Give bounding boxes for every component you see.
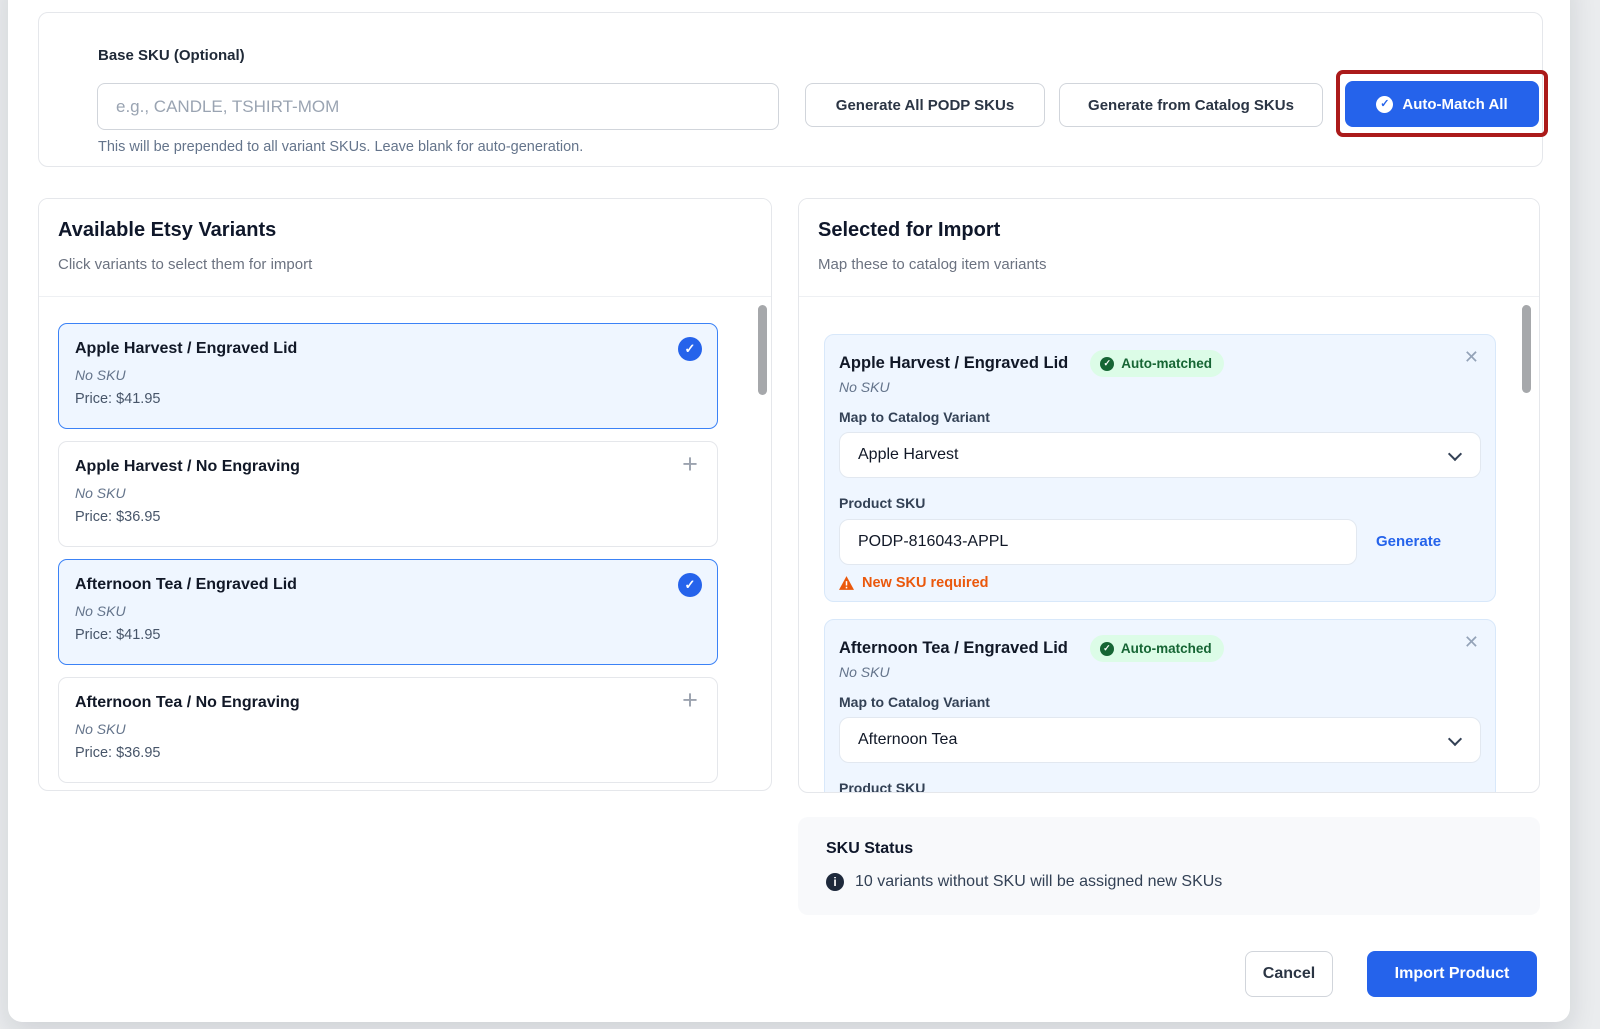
variant-card-afternoon-tea-no-engraving[interactable]: Afternoon Tea / No Engraving No SKU Pric… xyxy=(58,677,718,783)
check-circle-icon: ✓ xyxy=(678,573,702,597)
base-sku-section: Base SKU (Optional) This will be prepend… xyxy=(38,12,1543,167)
close-icon: ✕ xyxy=(1464,347,1479,367)
map-to-catalog-label: Map to Catalog Variant xyxy=(839,694,990,710)
mapped-variant-name: Apple Harvest / Engraved Lid xyxy=(839,354,1068,373)
available-variants-panel: Available Etsy Variants Click variants t… xyxy=(38,198,772,791)
available-variants-header: Available Etsy Variants Click variants t… xyxy=(39,199,771,297)
close-icon: ✕ xyxy=(1464,632,1479,652)
mapped-variant-sku: No SKU xyxy=(839,664,890,680)
available-variants-subtitle: Click variants to select them for import xyxy=(58,256,312,273)
product-sku-label: Product SKU xyxy=(839,495,925,511)
remove-variant-button[interactable]: ✕ xyxy=(1464,348,1479,366)
auto-match-all-button[interactable]: ✓ Auto-Match All xyxy=(1345,81,1539,127)
new-sku-warning-text: New SKU required xyxy=(862,575,989,591)
left-panel-scrollbar[interactable] xyxy=(758,305,767,395)
base-sku-input[interactable] xyxy=(97,83,779,130)
catalog-variant-select[interactable]: Apple Harvest xyxy=(839,432,1481,478)
check-circle-icon: ✓ xyxy=(1100,642,1114,656)
import-mapping-card-afternoon-tea: Afternoon Tea / Engraved Lid ✓ Auto-matc… xyxy=(824,619,1496,793)
variant-card-afternoon-tea-engraved[interactable]: Afternoon Tea / Engraved Lid No SKU Pric… xyxy=(58,559,718,665)
check-circle-icon: ✓ xyxy=(1100,357,1114,371)
variant-price: Price: $41.95 xyxy=(75,391,701,407)
generate-all-podp-skus-button[interactable]: Generate All PODP SKUs xyxy=(805,83,1045,127)
available-variants-title: Available Etsy Variants xyxy=(58,219,276,242)
import-mapping-card-apple-harvest: Apple Harvest / Engraved Lid ✓ Auto-matc… xyxy=(824,334,1496,602)
product-sku-input[interactable] xyxy=(839,519,1357,565)
sku-status-message: 10 variants without SKU will be assigned… xyxy=(855,873,1222,891)
variant-sku: No SKU xyxy=(75,603,701,619)
sku-status-message-row: i 10 variants without SKU will be assign… xyxy=(826,873,1222,891)
import-product-label: Import Product xyxy=(1395,965,1510,983)
check-circle-icon: ✓ xyxy=(678,337,702,361)
catalog-variant-select[interactable]: Afternoon Tea xyxy=(839,717,1481,763)
catalog-variant-value: Afternoon Tea xyxy=(858,731,957,749)
variant-name: Apple Harvest / Engraved Lid xyxy=(75,340,701,358)
variant-price: Price: $36.95 xyxy=(75,509,701,525)
catalog-variant-value: Apple Harvest xyxy=(858,446,959,464)
generate-from-catalog-skus-label: Generate from Catalog SKUs xyxy=(1088,97,1294,114)
variant-name: Afternoon Tea / Engraved Lid xyxy=(75,576,701,594)
plus-icon: + xyxy=(678,688,702,712)
generate-sku-link[interactable]: Generate xyxy=(1376,533,1441,550)
chevron-down-icon xyxy=(1448,447,1462,461)
warning-triangle-icon xyxy=(839,576,854,590)
new-sku-warning: New SKU required xyxy=(839,575,989,591)
generate-from-catalog-skus-button[interactable]: Generate from Catalog SKUs xyxy=(1059,83,1323,127)
product-sku-label: Product SKU xyxy=(839,780,925,793)
chevron-down-icon xyxy=(1448,732,1462,746)
plus-icon: + xyxy=(678,452,702,476)
right-panel-scrollbar[interactable] xyxy=(1522,305,1531,393)
badge-check-icon: ✓ xyxy=(1376,96,1393,113)
base-sku-help-text: This will be prepended to all variant SK… xyxy=(98,139,583,155)
auto-matched-label: Auto-matched xyxy=(1121,356,1212,371)
mapping-card-header: Apple Harvest / Engraved Lid ✓ Auto-matc… xyxy=(839,350,1443,377)
variant-sku: No SKU xyxy=(75,367,701,383)
selected-import-header: Selected for Import Map these to catalog… xyxy=(799,199,1539,297)
variant-sku: No SKU xyxy=(75,485,701,501)
variant-price: Price: $36.95 xyxy=(75,745,701,761)
remove-variant-button[interactable]: ✕ xyxy=(1464,633,1479,651)
variant-price: Price: $41.95 xyxy=(75,627,701,643)
variant-card-apple-harvest-engraved[interactable]: Apple Harvest / Engraved Lid No SKU Pric… xyxy=(58,323,718,429)
mapping-card-header: Afternoon Tea / Engraved Lid ✓ Auto-matc… xyxy=(839,635,1443,662)
auto-match-all-label: Auto-Match All xyxy=(1402,96,1507,113)
variant-sku: No SKU xyxy=(75,721,701,737)
variant-card-apple-harvest-no-engraving[interactable]: Apple Harvest / No Engraving No SKU Pric… xyxy=(58,441,718,547)
base-sku-label: Base SKU (Optional) xyxy=(98,47,245,64)
variant-name: Apple Harvest / No Engraving xyxy=(75,458,701,476)
selected-import-subtitle: Map these to catalog item variants xyxy=(818,256,1046,273)
auto-matched-label: Auto-matched xyxy=(1121,641,1212,656)
info-icon: i xyxy=(826,873,844,891)
mapped-variant-sku: No SKU xyxy=(839,379,890,395)
generate-all-podp-skus-label: Generate All PODP SKUs xyxy=(836,97,1014,114)
cancel-button[interactable]: Cancel xyxy=(1245,951,1333,997)
auto-matched-badge: ✓ Auto-matched xyxy=(1090,350,1224,377)
mapped-variant-name: Afternoon Tea / Engraved Lid xyxy=(839,639,1068,658)
selected-import-title: Selected for Import xyxy=(818,219,1000,242)
selected-import-panel: Selected for Import Map these to catalog… xyxy=(798,198,1540,793)
auto-matched-badge: ✓ Auto-matched xyxy=(1090,635,1224,662)
cancel-label: Cancel xyxy=(1263,965,1315,983)
map-to-catalog-label: Map to Catalog Variant xyxy=(839,409,990,425)
sku-status-card: SKU Status i 10 variants without SKU wil… xyxy=(798,817,1540,915)
import-product-button[interactable]: Import Product xyxy=(1367,951,1537,997)
variant-name: Afternoon Tea / No Engraving xyxy=(75,694,701,712)
sku-status-title: SKU Status xyxy=(826,840,913,858)
